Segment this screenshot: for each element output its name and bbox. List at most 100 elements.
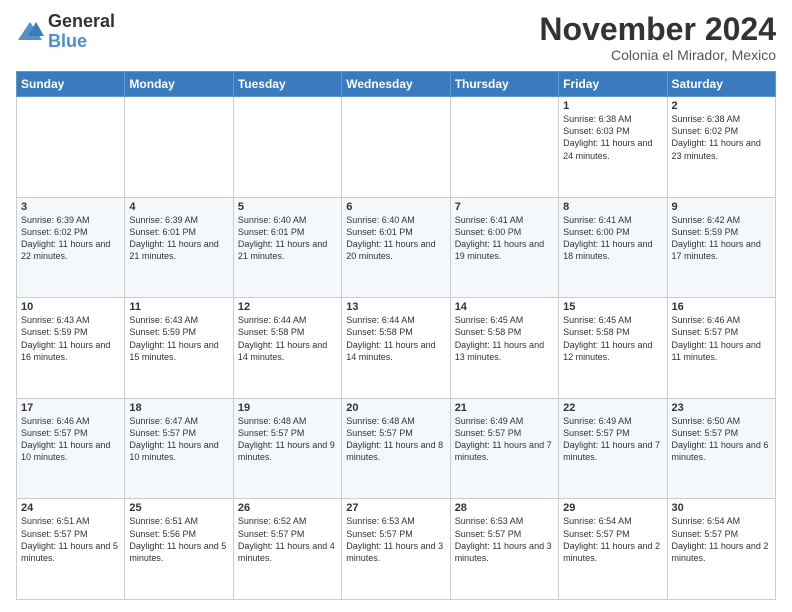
calendar-cell-w1-d1 (125, 97, 233, 198)
day-number: 15 (563, 301, 662, 313)
day-info: Sunrise: 6:51 AM Sunset: 5:57 PM Dayligh… (21, 515, 120, 564)
col-monday: Monday (125, 72, 233, 97)
day-info: Sunrise: 6:39 AM Sunset: 6:01 PM Dayligh… (129, 214, 228, 263)
calendar-cell-w5-d2: 26Sunrise: 6:52 AM Sunset: 5:57 PM Dayli… (233, 499, 341, 600)
col-tuesday: Tuesday (233, 72, 341, 97)
calendar-week-4: 17Sunrise: 6:46 AM Sunset: 5:57 PM Dayli… (17, 398, 776, 499)
day-info: Sunrise: 6:50 AM Sunset: 5:57 PM Dayligh… (672, 415, 771, 464)
day-number: 3 (21, 201, 120, 213)
day-info: Sunrise: 6:48 AM Sunset: 5:57 PM Dayligh… (346, 415, 445, 464)
day-number: 17 (21, 402, 120, 414)
header: General Blue November 2024 Colonia el Mi… (16, 12, 776, 63)
day-info: Sunrise: 6:48 AM Sunset: 5:57 PM Dayligh… (238, 415, 337, 464)
day-number: 29 (563, 502, 662, 514)
calendar-cell-w1-d0 (17, 97, 125, 198)
day-number: 22 (563, 402, 662, 414)
calendar-cell-w2-d0: 3Sunrise: 6:39 AM Sunset: 6:02 PM Daylig… (17, 197, 125, 298)
day-number: 24 (21, 502, 120, 514)
calendar-cell-w5-d1: 25Sunrise: 6:51 AM Sunset: 5:56 PM Dayli… (125, 499, 233, 600)
day-number: 6 (346, 201, 445, 213)
day-number: 16 (672, 301, 771, 313)
day-number: 11 (129, 301, 228, 313)
month-title: November 2024 (539, 12, 776, 47)
day-info: Sunrise: 6:44 AM Sunset: 5:58 PM Dayligh… (346, 314, 445, 363)
calendar-cell-w5-d0: 24Sunrise: 6:51 AM Sunset: 5:57 PM Dayli… (17, 499, 125, 600)
calendar-cell-w3-d0: 10Sunrise: 6:43 AM Sunset: 5:59 PM Dayli… (17, 298, 125, 399)
calendar-cell-w2-d6: 9Sunrise: 6:42 AM Sunset: 5:59 PM Daylig… (667, 197, 775, 298)
calendar-cell-w4-d4: 21Sunrise: 6:49 AM Sunset: 5:57 PM Dayli… (450, 398, 558, 499)
day-number: 23 (672, 402, 771, 414)
calendar-cell-w4-d6: 23Sunrise: 6:50 AM Sunset: 5:57 PM Dayli… (667, 398, 775, 499)
calendar-week-3: 10Sunrise: 6:43 AM Sunset: 5:59 PM Dayli… (17, 298, 776, 399)
day-number: 13 (346, 301, 445, 313)
calendar-cell-w1-d6: 2Sunrise: 6:38 AM Sunset: 6:02 PM Daylig… (667, 97, 775, 198)
day-number: 10 (21, 301, 120, 313)
col-thursday: Thursday (450, 72, 558, 97)
calendar-cell-w4-d2: 19Sunrise: 6:48 AM Sunset: 5:57 PM Dayli… (233, 398, 341, 499)
calendar-cell-w3-d5: 15Sunrise: 6:45 AM Sunset: 5:58 PM Dayli… (559, 298, 667, 399)
day-number: 30 (672, 502, 771, 514)
col-sunday: Sunday (17, 72, 125, 97)
day-info: Sunrise: 6:52 AM Sunset: 5:57 PM Dayligh… (238, 515, 337, 564)
calendar-cell-w4-d0: 17Sunrise: 6:46 AM Sunset: 5:57 PM Dayli… (17, 398, 125, 499)
day-number: 26 (238, 502, 337, 514)
day-info: Sunrise: 6:42 AM Sunset: 5:59 PM Dayligh… (672, 214, 771, 263)
day-number: 7 (455, 201, 554, 213)
day-info: Sunrise: 6:40 AM Sunset: 6:01 PM Dayligh… (238, 214, 337, 263)
day-info: Sunrise: 6:40 AM Sunset: 6:01 PM Dayligh… (346, 214, 445, 263)
day-number: 25 (129, 502, 228, 514)
calendar-cell-w2-d2: 5Sunrise: 6:40 AM Sunset: 6:01 PM Daylig… (233, 197, 341, 298)
calendar-cell-w3-d2: 12Sunrise: 6:44 AM Sunset: 5:58 PM Dayli… (233, 298, 341, 399)
calendar-cell-w1-d4 (450, 97, 558, 198)
calendar-cell-w1-d2 (233, 97, 341, 198)
day-number: 9 (672, 201, 771, 213)
title-block: November 2024 Colonia el Mirador, Mexico (539, 12, 776, 63)
day-info: Sunrise: 6:45 AM Sunset: 5:58 PM Dayligh… (563, 314, 662, 363)
day-info: Sunrise: 6:47 AM Sunset: 5:57 PM Dayligh… (129, 415, 228, 464)
calendar-header-row: Sunday Monday Tuesday Wednesday Thursday… (17, 72, 776, 97)
day-info: Sunrise: 6:46 AM Sunset: 5:57 PM Dayligh… (672, 314, 771, 363)
calendar-cell-w5-d4: 28Sunrise: 6:53 AM Sunset: 5:57 PM Dayli… (450, 499, 558, 600)
day-info: Sunrise: 6:38 AM Sunset: 6:03 PM Dayligh… (563, 113, 662, 162)
logo-icon (16, 18, 44, 46)
calendar-week-1: 1Sunrise: 6:38 AM Sunset: 6:03 PM Daylig… (17, 97, 776, 198)
day-number: 12 (238, 301, 337, 313)
calendar-cell-w3-d1: 11Sunrise: 6:43 AM Sunset: 5:59 PM Dayli… (125, 298, 233, 399)
day-info: Sunrise: 6:46 AM Sunset: 5:57 PM Dayligh… (21, 415, 120, 464)
calendar-cell-w2-d1: 4Sunrise: 6:39 AM Sunset: 6:01 PM Daylig… (125, 197, 233, 298)
calendar-cell-w1-d5: 1Sunrise: 6:38 AM Sunset: 6:03 PM Daylig… (559, 97, 667, 198)
calendar-cell-w3-d4: 14Sunrise: 6:45 AM Sunset: 5:58 PM Dayli… (450, 298, 558, 399)
calendar-week-2: 3Sunrise: 6:39 AM Sunset: 6:02 PM Daylig… (17, 197, 776, 298)
calendar-cell-w5-d5: 29Sunrise: 6:54 AM Sunset: 5:57 PM Dayli… (559, 499, 667, 600)
day-info: Sunrise: 6:39 AM Sunset: 6:02 PM Dayligh… (21, 214, 120, 263)
col-saturday: Saturday (667, 72, 775, 97)
calendar-cell-w4-d5: 22Sunrise: 6:49 AM Sunset: 5:57 PM Dayli… (559, 398, 667, 499)
calendar-cell-w4-d1: 18Sunrise: 6:47 AM Sunset: 5:57 PM Dayli… (125, 398, 233, 499)
calendar-cell-w4-d3: 20Sunrise: 6:48 AM Sunset: 5:57 PM Dayli… (342, 398, 450, 499)
calendar-table: Sunday Monday Tuesday Wednesday Thursday… (16, 71, 776, 600)
logo: General Blue (16, 12, 115, 52)
day-info: Sunrise: 6:49 AM Sunset: 5:57 PM Dayligh… (563, 415, 662, 464)
day-number: 4 (129, 201, 228, 213)
day-info: Sunrise: 6:49 AM Sunset: 5:57 PM Dayligh… (455, 415, 554, 464)
col-friday: Friday (559, 72, 667, 97)
day-number: 5 (238, 201, 337, 213)
calendar-cell-w3-d6: 16Sunrise: 6:46 AM Sunset: 5:57 PM Dayli… (667, 298, 775, 399)
day-number: 14 (455, 301, 554, 313)
calendar-cell-w2-d3: 6Sunrise: 6:40 AM Sunset: 6:01 PM Daylig… (342, 197, 450, 298)
calendar-cell-w3-d3: 13Sunrise: 6:44 AM Sunset: 5:58 PM Dayli… (342, 298, 450, 399)
day-info: Sunrise: 6:43 AM Sunset: 5:59 PM Dayligh… (129, 314, 228, 363)
calendar-cell-w1-d3 (342, 97, 450, 198)
col-wednesday: Wednesday (342, 72, 450, 97)
day-number: 1 (563, 100, 662, 112)
day-number: 19 (238, 402, 337, 414)
day-number: 27 (346, 502, 445, 514)
day-info: Sunrise: 6:43 AM Sunset: 5:59 PM Dayligh… (21, 314, 120, 363)
day-info: Sunrise: 6:41 AM Sunset: 6:00 PM Dayligh… (455, 214, 554, 263)
day-number: 28 (455, 502, 554, 514)
calendar-cell-w5-d6: 30Sunrise: 6:54 AM Sunset: 5:57 PM Dayli… (667, 499, 775, 600)
day-info: Sunrise: 6:51 AM Sunset: 5:56 PM Dayligh… (129, 515, 228, 564)
day-info: Sunrise: 6:53 AM Sunset: 5:57 PM Dayligh… (455, 515, 554, 564)
calendar-week-5: 24Sunrise: 6:51 AM Sunset: 5:57 PM Dayli… (17, 499, 776, 600)
day-info: Sunrise: 6:44 AM Sunset: 5:58 PM Dayligh… (238, 314, 337, 363)
